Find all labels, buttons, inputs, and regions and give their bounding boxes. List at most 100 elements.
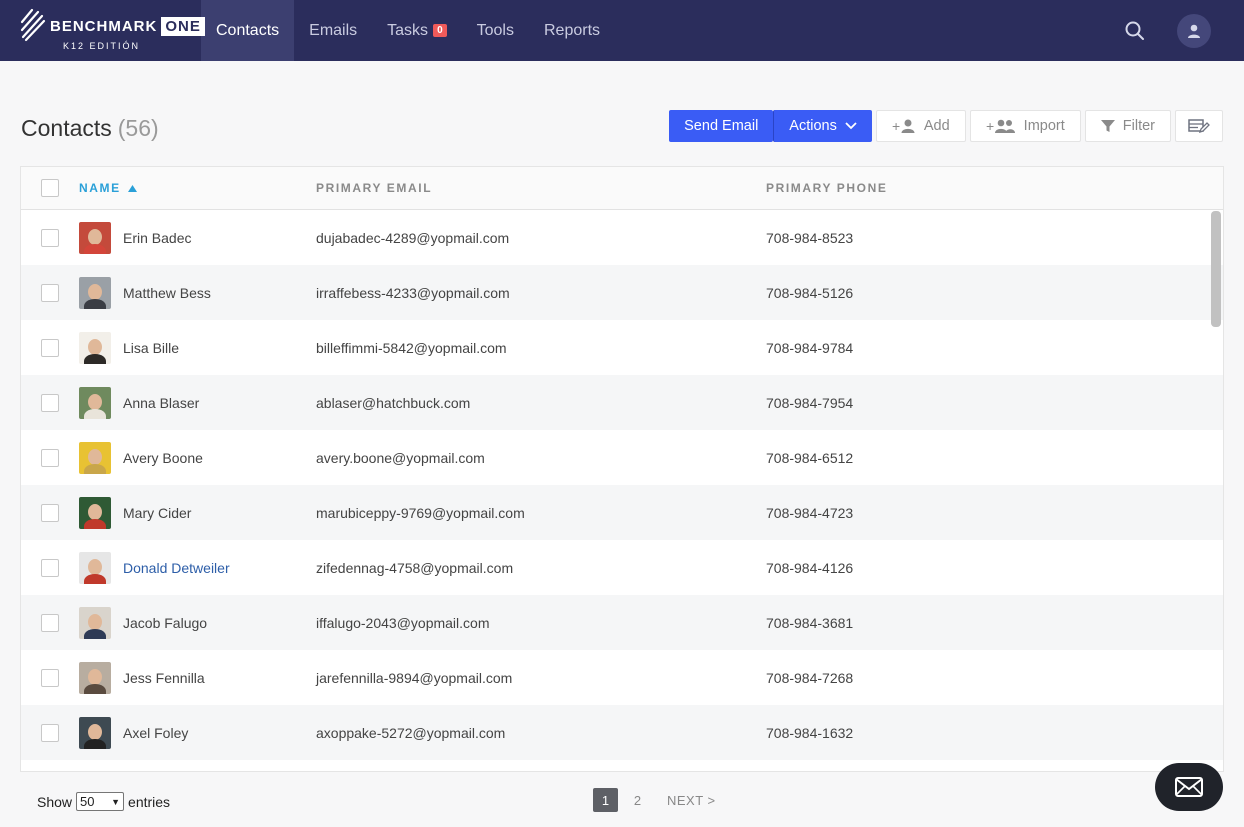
scrollbar-thumb[interactable] [1211,211,1221,327]
contact-name-link[interactable]: Mary Cider [123,505,191,521]
show-label: Show [37,793,73,810]
contact-phone: 708-984-8523 [766,229,854,246]
row-checkbox[interactable] [41,338,59,357]
contact-name-link[interactable]: Avery Boone [123,450,203,466]
contact-name-link[interactable]: Matthew Bess [123,285,211,301]
contact-name-cell: Matthew Bess [79,276,316,309]
contacts-toolbar: Send Email Actions + Add + Import Filter [669,110,1223,142]
row-check-cell [21,613,79,632]
avatar-body [84,298,106,309]
avatar[interactable] [79,276,111,309]
page-1-button[interactable]: 1 [593,788,618,812]
avatar-face [88,723,102,740]
table-scrollbar[interactable] [1211,211,1221,771]
column-settings-button[interactable] [1175,110,1223,142]
row-checkbox[interactable] [41,723,59,742]
nav-emails[interactable]: Emails [294,0,372,61]
filter-button[interactable]: Filter [1084,110,1171,142]
name-column-header[interactable]: NAME [79,181,316,195]
table-row[interactable]: Donald Detweiler zifedennag-4758@yopmail.… [21,540,1223,595]
avatar[interactable] [79,441,111,474]
avatar[interactable] [79,221,111,254]
row-checkbox[interactable] [41,668,59,687]
table-row[interactable]: Anna Blaser ablaser@hatchbuck.com 708-984-… [21,375,1223,430]
contact-email: ablaser@hatchbuck.com [316,394,471,411]
contact-name-link[interactable]: Donald Detweiler [123,560,230,576]
table-row[interactable]: Erin Badec dujabadec-4289@yopmail.com 708-… [21,210,1223,265]
table-row[interactable]: Matthew Bess irraffebess-4233@yopmail.com… [21,265,1223,320]
row-checkbox[interactable] [41,558,59,577]
avatar[interactable] [79,606,111,639]
page-title-text: Contacts [21,115,112,141]
page-1-label: 1 [601,792,610,808]
avatar[interactable] [79,386,111,419]
phone-column-header[interactable]: PRIMARY PHONE [766,181,887,195]
table-row[interactable]: Jess Fennilla jarefennilla-9894@yopmail.c… [21,650,1223,705]
compose-email-fab[interactable] [1155,763,1223,811]
avatar[interactable] [79,496,111,529]
nav-contacts-label: Contacts [216,21,280,39]
add-contact-button[interactable]: + Add [875,110,966,142]
entries-length-control: Show 50 ▼ entries [37,792,170,811]
svg-text:+: + [986,118,994,134]
table-row[interactable]: Lisa Bille billeffimmi-5842@yopmail.com 70… [21,320,1223,375]
contact-name-cell: Lisa Bille [79,331,316,364]
user-menu-button[interactable] [1177,13,1211,48]
send-email-button[interactable]: Send Email [669,110,774,142]
search-icon[interactable] [1123,19,1147,43]
contact-name-link[interactable]: Jess Fennilla [123,670,205,686]
entries-per-page-select[interactable]: 50 ▼ [76,792,125,811]
avatar-face [88,393,102,410]
sort-ascending-icon [127,185,137,192]
row-checkbox[interactable] [41,503,59,522]
contact-email: irraffebess-4233@yopmail.com [316,284,510,301]
avatar[interactable] [79,331,111,364]
import-contacts-button[interactable]: + Import [969,110,1081,142]
avatar-body [84,628,106,639]
avatar-face [88,283,102,300]
row-checkbox[interactable] [41,228,59,247]
nav-contacts[interactable]: Contacts [201,0,295,61]
avatar[interactable] [79,551,111,584]
nav-reports[interactable]: Reports [529,0,615,61]
actions-dropdown-button[interactable]: Actions [773,110,872,142]
avatar[interactable] [79,716,111,749]
contact-email: billeffimmi-5842@yopmail.com [316,339,507,356]
table-row[interactable]: Axel Foley axoppake-5272@yopmail.com 708-9… [21,705,1223,760]
nav-tools[interactable]: Tools [462,0,529,61]
actions-label: Actions [789,118,837,134]
row-check-cell [21,283,79,302]
add-label: Add [923,118,950,134]
contact-name-link[interactable]: Erin Badec [123,230,191,246]
avatar-body [84,353,106,364]
table-row[interactable]: Jacob Falugo iffalugo-2043@yopmail.com 708… [21,595,1223,650]
contact-name-link[interactable]: Anna Blaser [123,395,199,411]
row-check-cell [21,338,79,357]
contact-name-link[interactable]: Jacob Falugo [123,615,207,631]
row-checkbox[interactable] [41,393,59,412]
benchmark-logo[interactable]: BENCHMARK ONE K12 EDITIÓN [0,0,205,61]
contact-phone: 708-984-7268 [766,669,854,686]
contact-name-link[interactable]: Axel Foley [123,725,188,741]
select-all-checkbox[interactable] [41,179,59,197]
row-check-cell [21,668,79,687]
chevron-down-icon [845,122,857,130]
next-page-button[interactable]: NEXT > [667,793,716,808]
email-column-header[interactable]: PRIMARY EMAIL [316,181,766,195]
brand-edition: K12 EDITIÓN [63,41,141,51]
table-row[interactable]: Avery Boone avery.boone@yopmail.com 708-98… [21,430,1223,485]
send-email-label: Send Email [684,118,759,134]
nav-tasks[interactable]: Tasks 0 [372,0,461,61]
page-2-button[interactable]: 2 [625,788,650,812]
row-checkbox[interactable] [41,283,59,302]
table-row[interactable]: Mary Cider marubiceppy-9769@yopmail.com 70… [21,485,1223,540]
avatar-body [84,243,106,254]
contact-email: jarefennilla-9894@yopmail.com [316,669,513,686]
avatar-face [88,503,102,520]
row-checkbox[interactable] [41,613,59,632]
contact-name-link[interactable]: Lisa Bille [123,340,179,356]
row-checkbox[interactable] [41,448,59,467]
top-navigation: BENCHMARK ONE K12 EDITIÓN Contacts Email… [0,0,1244,61]
avatar[interactable] [79,661,111,694]
contacts-table: NAME PRIMARY EMAIL PRIMARY PHONE Erin Ba… [20,166,1224,772]
